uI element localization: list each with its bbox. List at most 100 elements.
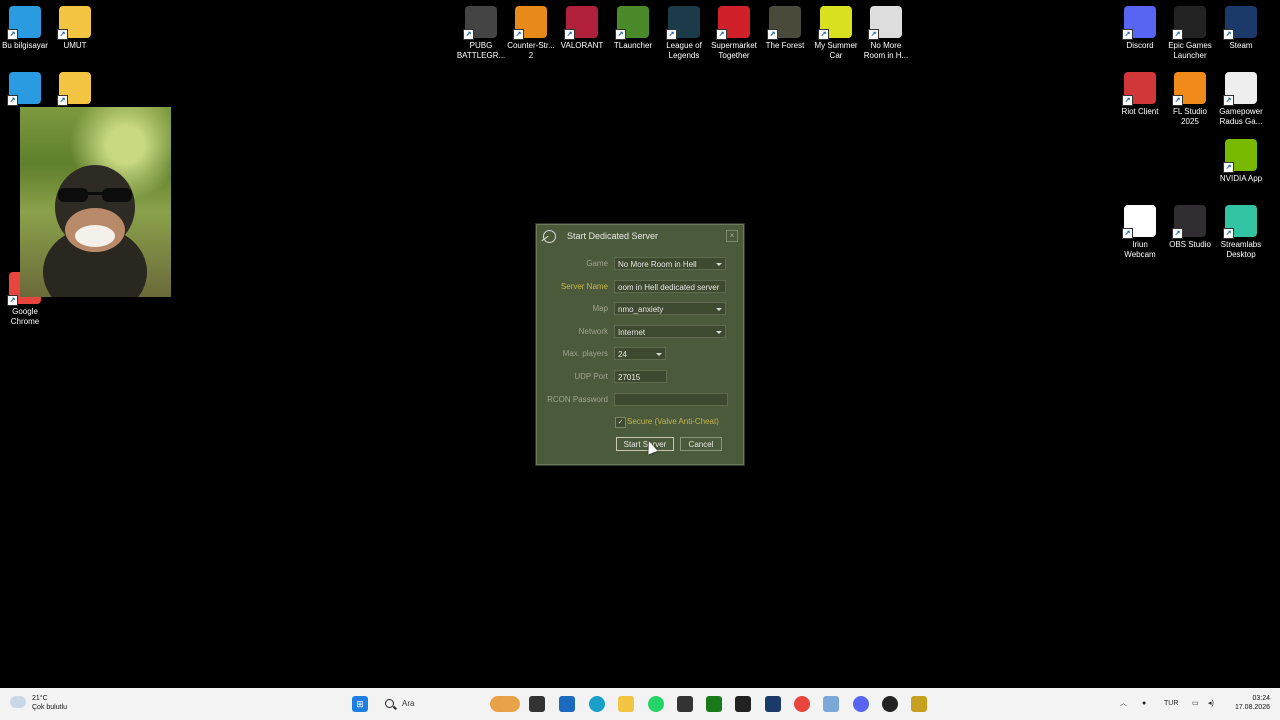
desktop-icon-steam[interactable]: ↗ Steam — [1211, 6, 1271, 51]
desktop-icon-label: NVIDIA App — [1219, 174, 1263, 183]
field-value: nmo_anxiety — [618, 305, 664, 314]
text-input[interactable]: oom in Hell dedicated server — [614, 280, 726, 293]
edge-icon[interactable] — [589, 696, 605, 712]
shortcut-arrow-icon: ↗ — [666, 29, 677, 40]
dropdown-select[interactable]: Internet — [614, 325, 726, 338]
desktop-icon-streamlabs[interactable]: ↗ Streamlabs Desktop — [1211, 205, 1271, 260]
shortcut-arrow-icon: ↗ — [1172, 228, 1183, 239]
gamepower-icon: ↗ — [1223, 72, 1257, 106]
task-view-icon[interactable] — [529, 696, 545, 712]
start-button-windows-icon[interactable]: ⊞ — [352, 696, 368, 712]
streamlabs-icon: ↗ — [1223, 205, 1257, 239]
cancel-button[interactable]: Cancel — [680, 437, 722, 451]
nvidia-taskbar-icon[interactable] — [706, 696, 722, 712]
clock-date: 17.08.2026 — [1234, 704, 1270, 711]
desktop-icon-nvidia[interactable]: ↗ NVIDIA App — [1211, 139, 1271, 184]
nmrih-taskbar-icon[interactable] — [882, 696, 898, 712]
field-label: RCON Password — [547, 395, 608, 404]
desktop-icon-label: No More Room in H... — [863, 41, 909, 60]
weather-temperature: 21°C — [32, 695, 48, 702]
pubg-icon: ↗ — [463, 6, 497, 40]
settings-taskbar-icon[interactable] — [823, 696, 839, 712]
desktop-icon-folder[interactable]: ↗ UMUT — [45, 6, 105, 51]
clock-time: 03:24 — [1252, 695, 1270, 702]
desktop-icon-folder[interactable]: ↗ — [45, 72, 105, 107]
field-label: Max. players — [562, 349, 608, 358]
discord-icon: ↗ — [1122, 6, 1156, 40]
fl-studio-icon: ↗ — [1172, 72, 1206, 106]
obs-icon: ↗ — [1172, 205, 1206, 239]
store-icon[interactable] — [559, 696, 575, 712]
shortcut-arrow-icon: ↗ — [7, 29, 18, 40]
dialog-title: Start Dedicated Server — [567, 231, 659, 241]
epic-taskbar-icon[interactable] — [735, 696, 751, 712]
shortcut-arrow-icon: ↗ — [716, 29, 727, 40]
field-row-map: Map nmo_anxiety — [537, 302, 743, 316]
network-tray-icon[interactable]: ▭ — [1192, 688, 1199, 720]
desktop-icon-label: UMUT — [63, 41, 87, 50]
field-label: UDP Port — [574, 372, 608, 381]
clock[interactable]: 03:24 17.08.2026 — [1226, 694, 1270, 712]
field-row-network: Network Internet — [537, 325, 743, 339]
shortcut-arrow-icon: ↗ — [767, 29, 778, 40]
desktop-icon-label: Steam — [1229, 41, 1253, 50]
game-app-icon[interactable] — [677, 696, 693, 712]
chimpanzee-photo — [20, 107, 171, 297]
field-label: Game — [586, 259, 608, 268]
shortcut-arrow-icon: ↗ — [57, 29, 68, 40]
text-input[interactable]: 27015 — [614, 370, 667, 383]
language-indicator[interactable]: TUR — [1164, 688, 1178, 720]
chrome-taskbar-icon[interactable] — [794, 696, 810, 712]
taskbar: 21°C Çok bulutlu ⊞ Ara ︿ ● TUR ▭ ◂) 03:2… — [0, 688, 1280, 720]
weather-description: Çok bulutlu — [32, 704, 68, 711]
shortcut-arrow-icon: ↗ — [1172, 29, 1183, 40]
shortcut-arrow-icon: ↗ — [1172, 95, 1183, 106]
steam-icon: ↗ — [1223, 6, 1257, 40]
shortcut-arrow-icon: ↗ — [1223, 162, 1234, 173]
desktop-icon-nmrih[interactable]: ↗ No More Room in H... — [856, 6, 916, 61]
chevron-down-icon — [716, 308, 722, 311]
desktop-icon-label: Gamepower Radus Ga... — [1219, 107, 1263, 126]
dropdown-select[interactable]: 24 — [614, 347, 666, 360]
shortcut-arrow-icon: ↗ — [1122, 95, 1133, 106]
dropdown-select[interactable]: nmo_anxiety — [614, 302, 726, 315]
iriun-icon: ↗ — [1122, 205, 1156, 239]
field-label: Map — [592, 304, 608, 313]
shortcut-arrow-icon: ↗ — [868, 29, 879, 40]
secure-label[interactable]: Secure (Valve Anti-Cheat) — [627, 417, 719, 426]
start-dedicated-server-dialog: Start Dedicated Server × Game No More Roo… — [536, 224, 744, 465]
dropdown-select[interactable]: No More Room in Hell — [614, 257, 726, 270]
field-value: No More Room in Hell — [618, 260, 697, 269]
field-value: 27015 — [618, 373, 641, 382]
cloud-icon — [10, 696, 26, 708]
file-explorer-icon[interactable] — [618, 696, 634, 712]
chimpanzee-image — [43, 165, 147, 297]
shortcut-arrow-icon: ↗ — [513, 29, 524, 40]
field-row-udp-port: UDP Port 27015 — [537, 370, 743, 384]
discord-taskbar-icon[interactable] — [853, 696, 869, 712]
desktop-icon-label: Streamlabs Desktop — [1220, 240, 1262, 259]
shortcut-arrow-icon: ↗ — [7, 95, 18, 106]
folder-icon: ↗ — [57, 72, 91, 106]
shortcut-arrow-icon: ↗ — [463, 29, 474, 40]
field-value: 24 — [618, 350, 627, 359]
shortcut-arrow-icon: ↗ — [1122, 29, 1133, 40]
steam-taskbar-icon[interactable] — [765, 696, 781, 712]
the-forest-icon: ↗ — [767, 6, 801, 40]
whatsapp-icon[interactable] — [648, 696, 664, 712]
text-input[interactable] — [614, 393, 728, 406]
chevron-down-icon — [656, 353, 662, 356]
volume-icon[interactable]: ◂) — [1208, 688, 1214, 720]
microphone-icon[interactable]: ● — [1142, 688, 1146, 720]
close-button[interactable]: × — [726, 230, 738, 242]
valorant-icon: ↗ — [564, 6, 598, 40]
hammer-taskbar-icon[interactable] — [911, 696, 927, 712]
chevron-up-icon[interactable]: ︿ — [1120, 688, 1127, 720]
shortcut-arrow-icon: ↗ — [7, 295, 18, 306]
desktop-icon-label: Google Chrome — [10, 307, 40, 326]
desktop-icon-gamepower[interactable]: ↗ Gamepower Radus Ga... — [1211, 72, 1271, 127]
shortcut-arrow-icon: ↗ — [615, 29, 626, 40]
epic-icon: ↗ — [1172, 6, 1206, 40]
field-label: Network — [578, 327, 608, 336]
secure-checkbox[interactable]: ✓ — [615, 417, 626, 428]
